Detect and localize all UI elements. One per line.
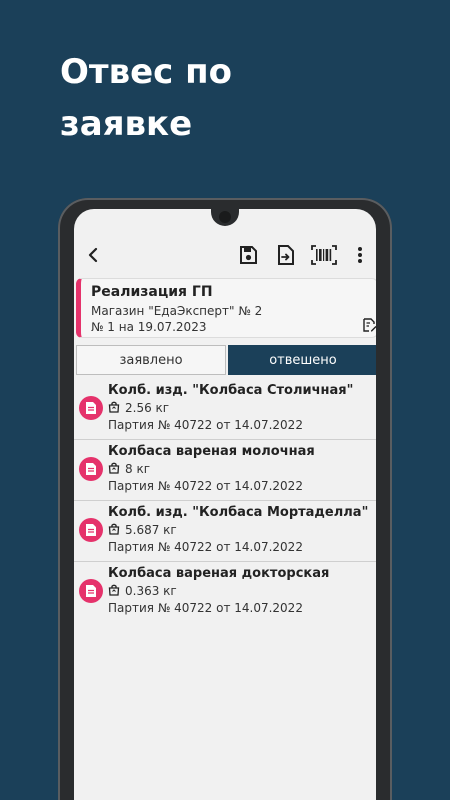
weight-bag-icon [108,462,120,474]
list-item[interactable]: Колб. изд. "Колбаса Мортаделла" 5.687 кг… [74,501,376,562]
item-name: Колб. изд. "Колбаса Столичная" [108,383,354,398]
item-batch: Партия № 40722 от 14.07.2022 [108,418,303,432]
item-name: Колб. изд. "Колбаса Мортаделла" [108,505,369,520]
more-vertical-icon [358,247,362,263]
app-toolbar [74,239,376,271]
item-name: Колбаса вареная молочная [108,444,315,459]
document-icon [79,518,103,542]
tab-declared[interactable]: заявлено [76,345,226,375]
back-arrow-icon [88,247,98,263]
save-button[interactable] [236,239,260,271]
item-weight: 5.687 кг [125,523,177,537]
item-batch: Партия № 40722 от 14.07.2022 [108,601,303,615]
tab-weighed[interactable]: отвешено [228,345,376,375]
document-store: Магазин "ЕдаЭксперт" № 2 [91,304,263,318]
document-icon [79,396,103,420]
more-options-button[interactable] [350,239,370,271]
document-number: № 1 на 19.07.2023 [91,320,207,334]
barcode-scan-icon [311,245,337,265]
export-button[interactable] [274,239,298,271]
weight-bag-icon [108,584,120,596]
weight-bag-icon [108,523,120,535]
weight-bag-icon [108,401,120,413]
document-icon [79,579,103,603]
barcode-scan-button[interactable] [310,239,338,271]
item-batch: Партия № 40722 от 14.07.2022 [108,540,303,554]
edit-document-icon[interactable] [363,318,376,332]
list-item[interactable]: Колбаса вареная докторская 0.363 кг Парт… [74,562,376,623]
item-name: Колбаса вареная докторская [108,566,330,581]
item-weight: 0.363 кг [125,584,177,598]
save-icon [240,246,257,264]
document-card[interactable]: Реализация ГП Магазин "ЕдаЭксперт" № 2 №… [76,278,376,338]
app-screen: Реализация ГП Магазин "ЕдаЭксперт" № 2 №… [74,209,376,800]
list-item[interactable]: Колб. изд. "Колбаса Столичная" 2.56 кг П… [74,379,376,440]
promo-title: Отвес по заявке [60,52,233,144]
document-icon [79,457,103,481]
item-batch: Партия № 40722 от 14.07.2022 [108,479,303,493]
export-file-icon [278,245,294,265]
camera-notch [211,209,239,226]
list-item[interactable]: Колбаса вареная молочная 8 кг Партия № 4… [74,440,376,501]
items-list: Колб. изд. "Колбаса Столичная" 2.56 кг П… [74,379,376,623]
item-weight: 2.56 кг [125,401,170,415]
document-title: Реализация ГП [91,284,213,300]
item-weight: 8 кг [125,462,151,476]
back-button[interactable] [82,239,104,271]
